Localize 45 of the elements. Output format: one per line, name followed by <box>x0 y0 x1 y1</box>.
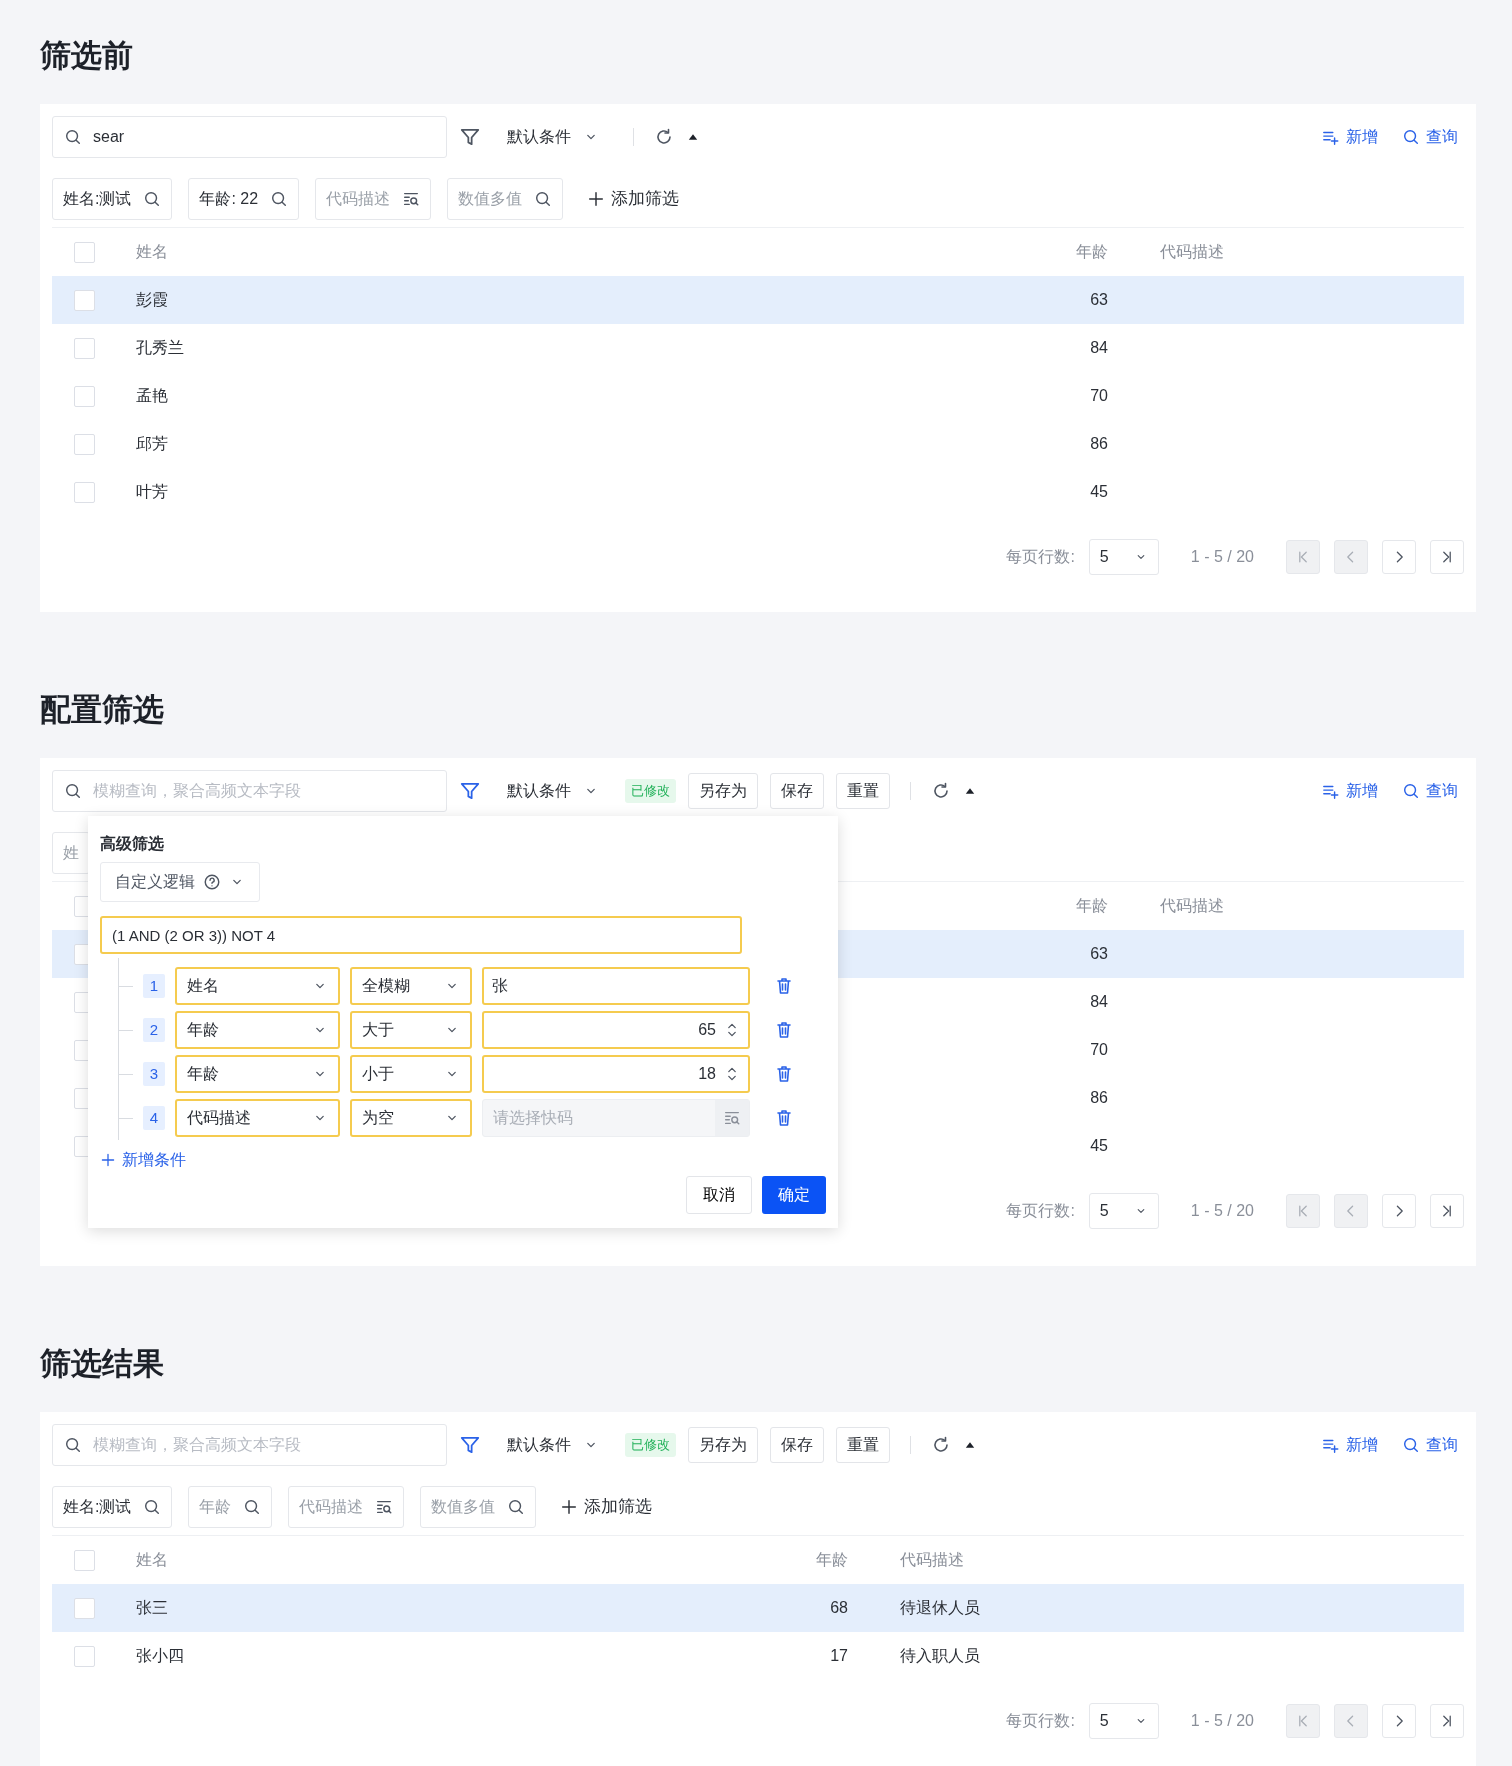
table-cell-text: 86 <box>1089 1088 1109 1108</box>
condition-index: 2 <box>143 1018 165 1042</box>
page-range: 1 - 5 / 20 <box>1190 1201 1254 1221</box>
table-cell-text: 17 <box>829 1646 849 1666</box>
section-title: 配置筛选 <box>40 691 165 729</box>
table-cell-text: 45 <box>1089 1136 1109 1156</box>
condition-index: 1 <box>143 974 165 998</box>
condition-index: 4 <box>143 1106 165 1130</box>
table-cell-text: 70 <box>1089 1040 1109 1060</box>
table-cell-text: 68 <box>829 1598 849 1618</box>
column-header: 姓名 <box>135 242 169 262</box>
table-cell-text: 孔秀兰 <box>135 338 185 358</box>
table-cell-text: 63 <box>1089 944 1109 964</box>
column-header: 姓名 <box>135 1550 169 1570</box>
table-cell-text: 45 <box>1089 482 1109 502</box>
popup-title: 高级筛选 <box>100 834 165 854</box>
table-cell-text: 彭霞 <box>135 290 169 310</box>
table-cell-text: 84 <box>1089 992 1109 1012</box>
page-range: 1 - 5 / 20 <box>1190 547 1254 567</box>
rows-per-page-label: 每页行数: <box>1006 1711 1075 1731</box>
page-range: 1 - 5 / 20 <box>1190 1711 1254 1731</box>
table-cell-text: 待入职人员 <box>899 1646 981 1666</box>
table-cell-text: 叶芳 <box>135 482 169 502</box>
rows-per-page-label: 每页行数: <box>1006 547 1075 567</box>
column-header: 代码描述 <box>1159 242 1225 262</box>
column-header: 年龄 <box>815 1550 849 1570</box>
table-cell-text: 86 <box>1089 434 1109 454</box>
table-cell-text: 70 <box>1089 386 1109 406</box>
table-cell-text: 84 <box>1089 338 1109 358</box>
condition-index: 3 <box>143 1062 165 1086</box>
column-header: 年龄 <box>1075 896 1109 916</box>
table-cell-text: 张三 <box>135 1598 169 1618</box>
modified-tag: 已修改 <box>625 1433 676 1457</box>
column-header: 年龄 <box>1075 242 1109 262</box>
table-cell-text: 待退休人员 <box>899 1598 981 1618</box>
modified-tag: 已修改 <box>625 779 676 803</box>
table-cell-text: 孟艳 <box>135 386 169 406</box>
table-cell-text: 张小四 <box>135 1646 185 1666</box>
rows-per-page-label: 每页行数: <box>1006 1201 1075 1221</box>
table-cell-text: 63 <box>1089 290 1109 310</box>
section-title: 筛选前 <box>40 37 134 75</box>
table-cell-text: 邱芳 <box>135 434 169 454</box>
section-title: 筛选结果 <box>40 1345 165 1383</box>
column-header: 代码描述 <box>1159 896 1225 916</box>
column-header: 代码描述 <box>899 1550 965 1570</box>
